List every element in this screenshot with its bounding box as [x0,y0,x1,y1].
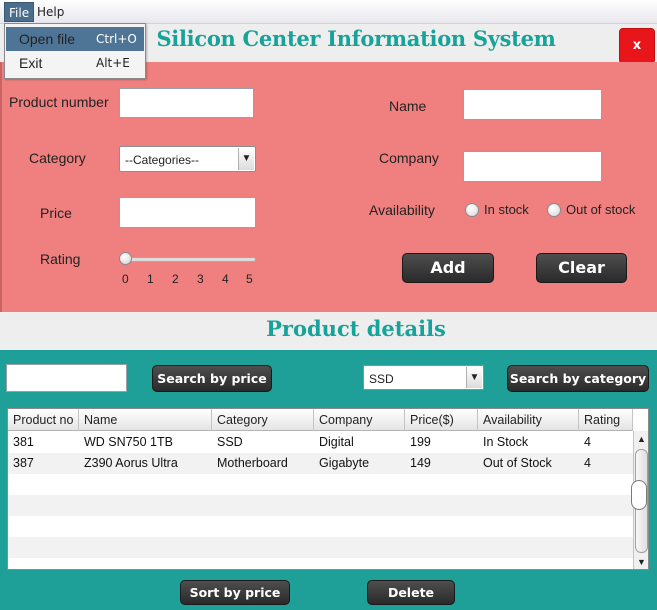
menu-item-open-file[interactable]: Open file Ctrl+O [6,27,144,51]
cell-price: 149 [410,456,431,470]
category-select-value: --Categories-- [125,153,200,167]
rating-tick: 1 [147,272,154,286]
cell-name: WD SN750 1TB [84,435,173,449]
menu-help[interactable]: Help [33,2,68,22]
category-label: Category [29,150,86,166]
availability-label: Availability [369,202,435,218]
cell-rating: 4 [584,435,591,449]
column-header-rating[interactable]: Rating [579,409,633,431]
menu-bar [0,0,657,24]
menu-item-label: Exit [19,55,43,71]
close-button[interactable]: x [619,28,655,64]
menu-item-label: Open file [19,31,76,47]
in-stock-label: In stock [484,202,529,217]
column-header-availability[interactable]: Availability [478,409,579,431]
table-row-empty [8,495,633,516]
rating-label: Rating [40,251,81,267]
cell-category: SSD [217,435,243,449]
cell-company: Digital [319,435,354,449]
rating-tick: 2 [172,272,179,286]
column-header-company[interactable]: Company [314,409,405,431]
name-field[interactable] [463,89,602,120]
menu-item-exit[interactable]: Exit Alt+E [6,51,144,75]
column-header-category[interactable]: Category [212,409,314,431]
menu-item-shortcut: Ctrl+O [96,32,137,46]
table-row-empty [8,537,633,558]
menu-file[interactable]: File [4,2,35,22]
scroll-down-arrow-icon[interactable]: ▼ [634,554,648,569]
category-filter-value: SSD [369,372,394,386]
company-field[interactable] [463,151,602,182]
rating-slider-track[interactable] [121,257,256,262]
cell-category: Motherboard [217,456,288,470]
chevron-down-icon[interactable]: ▼ [238,148,254,170]
sort-by-price-button[interactable]: Sort by price [180,580,290,605]
cell-rating: 4 [584,456,591,470]
add-button[interactable]: Add [402,253,494,283]
cell-availability: In Stock [483,435,529,449]
delete-button[interactable]: Delete [367,580,455,605]
file-menu-dropdown: Open file Ctrl+O Exit Alt+E [4,23,146,79]
rating-slider-thumb[interactable] [119,252,132,265]
scroll-up-arrow-icon[interactable]: ▲ [634,431,648,447]
product-number-label: Product number [9,94,109,110]
column-header-name[interactable]: Name [79,409,212,431]
cell-name: Z390 Aorus Ultra [84,456,178,470]
column-header-product-no[interactable]: Product no [8,409,79,431]
cell-company: Gigabyte [319,456,370,470]
product-number-field[interactable] [119,88,254,118]
price-label: Price [40,205,72,221]
menu-item-shortcut: Alt+E [96,56,130,70]
chevron-down-icon[interactable]: ▼ [466,367,482,388]
rating-tick: 5 [246,272,253,286]
cell-availability: Out of Stock [483,456,552,470]
cell-product-no: 387 [13,456,34,470]
search-by-price-button[interactable]: Search by price [152,365,272,392]
category-select[interactable]: --Categories-- ▼ [119,146,256,172]
search-price-input[interactable] [6,364,127,392]
table-row-empty [8,516,633,537]
table-header: Product no Name Category Company Price($… [8,409,633,431]
table-row-empty [8,474,633,495]
name-label: Name [389,98,427,114]
table-row[interactable]: 387 Z390 Aorus Ultra Motherboard Gigabyt… [8,453,633,474]
cell-price: 199 [410,435,431,449]
cell-product-no: 381 [13,435,34,449]
price-field[interactable] [119,197,256,228]
out-of-stock-radio[interactable] [547,203,561,217]
column-header-price[interactable]: Price($) [405,409,478,431]
clear-button[interactable]: Clear [536,253,627,283]
out-of-stock-label: Out of stock [566,202,636,217]
rating-tick: 3 [197,272,204,286]
in-stock-radio[interactable] [465,203,479,217]
product-details-title: Product details [266,316,446,341]
company-label: Company [379,150,439,166]
rating-tick: 0 [122,272,129,286]
search-by-category-button[interactable]: Search by category [507,365,649,392]
category-filter-select[interactable]: SSD ▼ [363,365,484,390]
products-table: Product no Name Category Company Price($… [7,408,649,570]
table-row[interactable]: 381 WD SN750 1TB SSD Digital 199 In Stoc… [8,432,633,453]
scrollbar-grip[interactable] [631,480,647,510]
rating-tick: 4 [222,272,229,286]
